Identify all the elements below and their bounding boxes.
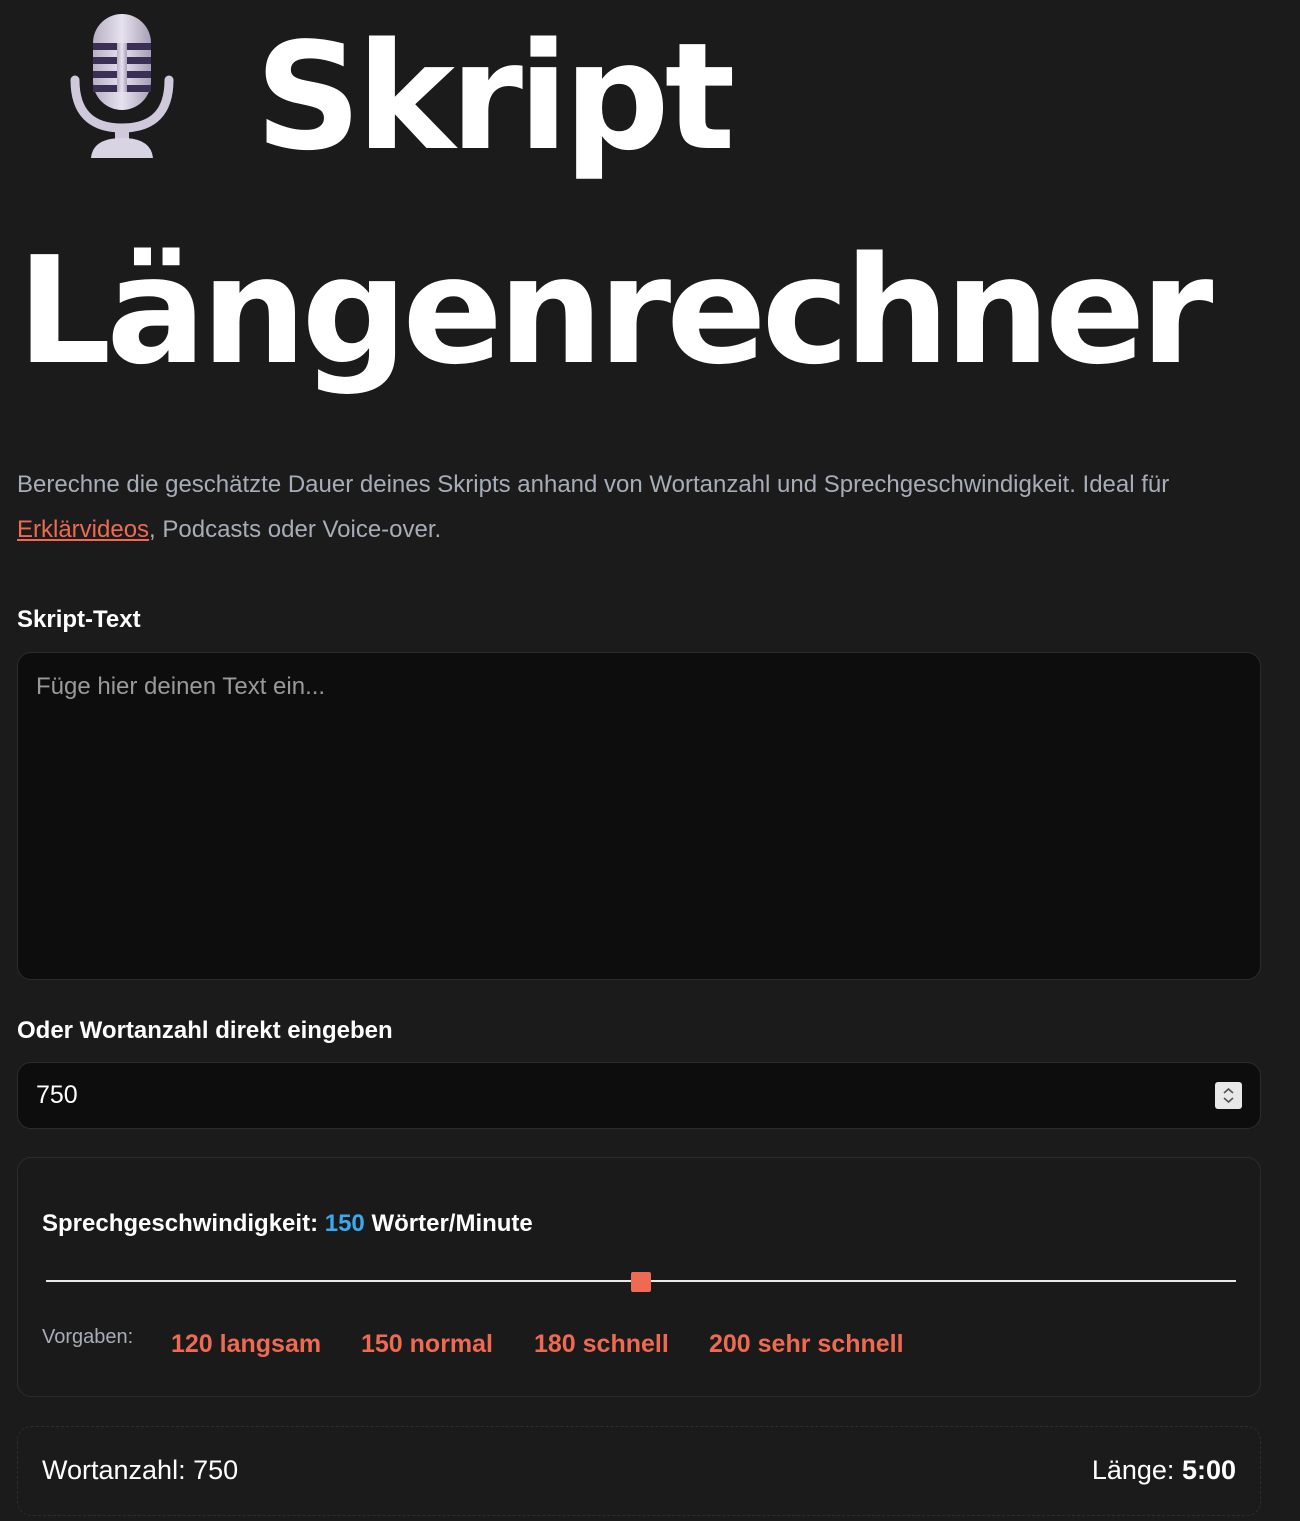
stepper-arrows-icon (1223, 1087, 1234, 1104)
word-count-label: Oder Wortanzahl direkt eingeben (17, 1017, 393, 1044)
speech-speed-unit: Wörter/Minute (371, 1210, 533, 1237)
speech-speed-panel: Sprechgeschwindigkeit: 150 Wörter/Minute… (17, 1157, 1261, 1397)
word-count-input[interactable]: 750 (17, 1062, 1261, 1129)
result-length-label: Länge: (1091, 1455, 1175, 1485)
word-count-value: 750 (36, 1081, 78, 1109)
page-title: Skript Längenrechner (17, 0, 1263, 418)
title-line-2: Längenrechner (17, 225, 1213, 397)
presets-label: Vorgaben: (42, 1326, 134, 1348)
speech-speed-title: Sprechgeschwindigkeit: (42, 1210, 319, 1237)
explainer-videos-link[interactable]: Erklärvideos (17, 516, 149, 543)
word-count-stepper[interactable] (1215, 1082, 1242, 1109)
preset-180-fast[interactable]: 180 schnell (534, 1330, 669, 1359)
script-text-label: Skript-Text (17, 606, 141, 633)
result-word-count-value: 750 (193, 1455, 239, 1485)
page: Skript Längenrechner Berechne die geschä… (17, 0, 1263, 1516)
script-text-input[interactable] (17, 652, 1261, 980)
speech-speed-value: 150 (324, 1210, 365, 1237)
speech-speed-slider-handle[interactable] (631, 1272, 651, 1292)
result-length: Länge: 5:00 (1092, 1455, 1236, 1486)
microphone-icon (67, 10, 177, 160)
result-length-value: 5:00 (1181, 1455, 1236, 1485)
speech-speed-label: Sprechgeschwindigkeit: 150 Wörter/Minute (42, 1210, 533, 1238)
intro-text-before: Berechne die geschätzte Dauer deines Skr… (17, 471, 1170, 498)
result-panel: Wortanzahl: 750 Länge: 5:00 (17, 1426, 1261, 1516)
preset-200-very-fast[interactable]: 200 sehr schnell (709, 1330, 904, 1359)
title-line-1: Skript (255, 11, 735, 183)
result-word-count-label: Wortanzahl: (42, 1455, 186, 1485)
intro-text-after: , Podcasts oder Voice-over. (149, 516, 442, 543)
preset-150-normal[interactable]: 150 normal (361, 1330, 493, 1359)
intro-text: Berechne die geschätzte Dauer deines Skr… (17, 462, 1263, 552)
preset-120-slow[interactable]: 120 langsam (171, 1330, 321, 1359)
result-word-count: Wortanzahl: 750 (42, 1455, 238, 1486)
